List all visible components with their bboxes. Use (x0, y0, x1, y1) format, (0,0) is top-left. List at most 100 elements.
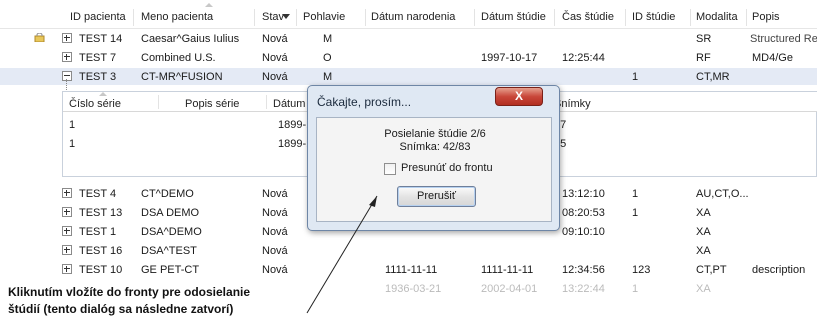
cell-series-number: 1 (69, 138, 76, 150)
cell-patient-name: GE PET-CT (141, 264, 200, 276)
cell-status: Nová (262, 188, 288, 200)
dialog-body: Posielanie štúdie 2/6 Snímka: 42/83 Pres… (316, 117, 552, 222)
cell-patient-name: DSA DEMO (141, 207, 200, 219)
table-row[interactable]: TEST 14 Caesar^Gaius Iulius Nová M SR St… (0, 30, 817, 47)
cell-modality: CT,PT (696, 264, 727, 276)
column-header-series-date[interactable]: Dátum (273, 96, 305, 112)
cell-study-id: 1 (632, 71, 639, 83)
expand-row-icon[interactable] (62, 188, 72, 198)
cell-description: Structured Rep (750, 33, 817, 45)
cell-modality: XA (696, 245, 711, 257)
cell-patient-id: TEST 10 (79, 264, 123, 276)
expand-row-icon[interactable] (62, 33, 72, 43)
cell-patient-id: TEST 7 (79, 52, 117, 64)
cell-sex: M (323, 33, 333, 45)
expand-row-icon[interactable] (62, 207, 72, 217)
cell-patient-name: DSA^TEST (141, 245, 197, 257)
close-icon: X (514, 89, 523, 103)
collapse-row-icon[interactable] (62, 71, 72, 81)
cell-birth-date: 1936-03-21 (385, 283, 442, 295)
cell-patient-id: TEST 16 (79, 245, 123, 257)
cell-sex: O (323, 52, 332, 64)
cell-patient-name: CT-MR^FUSION (141, 71, 223, 83)
cell-study-date: 1111-11-11 (481, 264, 534, 276)
cell-patient-id: TEST 1 (79, 226, 117, 238)
cell-study-id: 1 (632, 188, 639, 200)
cell-sex: M (323, 71, 333, 83)
cell-status: Nová (262, 71, 288, 83)
cell-study-date: 1997-10-17 (481, 52, 538, 64)
column-header-description[interactable]: Popis (752, 9, 780, 25)
progress-dialog: Čakajte, prosím... X Posielanie štúdie 2… (307, 85, 560, 231)
cell-modality: RF (696, 52, 711, 64)
column-header-series-number[interactable]: Číslo série (69, 96, 121, 112)
cell-status: Nová (262, 52, 288, 64)
expand-row-icon[interactable] (62, 264, 72, 274)
expand-row-icon[interactable] (62, 226, 72, 236)
expand-row-icon[interactable] (62, 245, 72, 255)
table-row[interactable]: TEST 16 DSA^TEST Nová XA (0, 242, 817, 259)
cell-patient-id: TEST 13 (79, 207, 123, 219)
cell-status: Nová (262, 264, 288, 276)
cell-study-id: 1 (632, 283, 639, 295)
column-header-modality[interactable]: Modalita (696, 9, 738, 25)
column-header-status[interactable]: Stav (262, 9, 284, 25)
cell-series-number: 1 (69, 119, 76, 131)
filter-dropdown-icon[interactable] (282, 14, 290, 19)
cell-patient-name: Caesar^Gaius Iulius (141, 33, 240, 45)
column-header-patient-name[interactable]: Meno pacienta (141, 9, 213, 25)
cell-study-time: 13:22:44 (562, 283, 605, 295)
cell-study-id: 123 (632, 264, 651, 276)
cell-modality: AU,CT,O... (696, 188, 749, 200)
lock-icon (34, 33, 45, 42)
sending-progress-text: Posielanie štúdie 2/6 (384, 128, 486, 140)
column-header-sex[interactable]: Pohlavie (303, 9, 345, 25)
cell-modality: XA (696, 283, 711, 295)
grid-header: ID pacienta Meno pacienta Stav Pohlavie … (0, 0, 817, 29)
cell-patient-id: TEST 3 (79, 71, 117, 83)
cell-birth-date: 1111-11-11 (385, 264, 438, 276)
column-header-study-id[interactable]: ID štúdie (632, 9, 675, 25)
column-header-study-time[interactable]: Čas štúdie (562, 9, 614, 25)
cell-modality: XA (696, 207, 711, 219)
expand-row-icon[interactable] (62, 52, 72, 62)
move-to-queue-label[interactable]: Presunúť do frontu (401, 162, 493, 174)
column-header-series-description[interactable]: Popis série (185, 96, 239, 112)
dialog-title: Čakajte, prosím... (317, 95, 412, 109)
cancel-button[interactable]: Prerušiť (397, 186, 476, 207)
column-header-study-date[interactable]: Dátum štúdie (481, 9, 546, 25)
annotation-line-2: štúdií (tento dialóg sa následne zatvorí… (8, 302, 234, 316)
sort-indicator-icon (205, 3, 213, 7)
table-row[interactable]: TEST 10 GE PET-CT Nová 1111-11-11 1111-1… (0, 261, 817, 278)
cell-patient-id: TEST 4 (79, 188, 117, 200)
cell-modality: XA (696, 226, 711, 238)
table-row-selected[interactable]: TEST 3 CT-MR^FUSION Nová M 1 CT,MR (0, 68, 817, 85)
annotation-text: Kliknutím vložíte do fronty pre odosiela… (8, 284, 250, 318)
cell-status: Nová (262, 226, 288, 238)
cell-study-time: 13:12:10 (562, 188, 605, 200)
cell-study-date: 2002-04-01 (481, 283, 538, 295)
column-header-birth-date[interactable]: Dátum narodenia (371, 9, 455, 25)
cell-study-time: 08:20:53 (562, 207, 605, 219)
close-button[interactable]: X (495, 87, 543, 106)
cell-study-time: 12:25:44 (562, 52, 605, 64)
cell-patient-name: CT^DEMO (141, 188, 194, 200)
cell-study-time: 09:10:10 (562, 226, 605, 238)
column-header-patient-id[interactable]: ID pacienta (70, 9, 126, 25)
cell-patient-name: Combined U.S. (141, 52, 216, 64)
cell-status: Nová (262, 33, 288, 45)
cell-description: MD4/Ge (752, 52, 793, 64)
cell-study-id: 1 (632, 207, 639, 219)
image-progress-text: Snímka: 42/83 (399, 141, 471, 153)
cell-modality: CT,MR (696, 71, 730, 83)
cell-study-time: 12:34:56 (562, 264, 605, 276)
cell-patient-name: DSA^DEMO (141, 226, 202, 238)
table-row[interactable]: TEST 7 Combined U.S. Nová O 1997-10-17 1… (0, 49, 817, 66)
cell-status: Nová (262, 207, 288, 219)
move-to-queue-checkbox[interactable] (384, 163, 396, 175)
cell-status: Nová (262, 245, 288, 257)
cell-patient-id: TEST 14 (79, 33, 123, 45)
cell-description: description (752, 264, 806, 276)
annotation-line-1: Kliknutím vložíte do fronty pre odosiela… (8, 285, 251, 299)
cell-modality: SR (696, 33, 712, 45)
